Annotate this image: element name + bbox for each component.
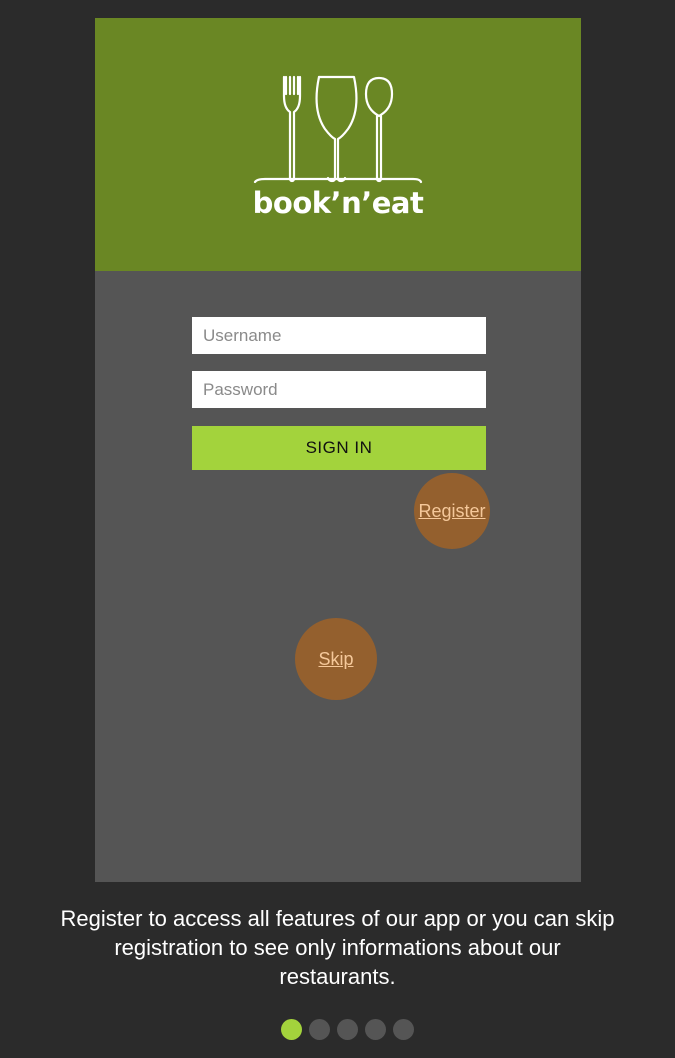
skip-link[interactable]: Skip — [295, 618, 377, 700]
page-dot-2[interactable] — [309, 1019, 330, 1040]
page-dot-1[interactable] — [281, 1019, 302, 1040]
onboarding-screen: book’n’eat SIGN IN Register Skip Registe… — [0, 0, 675, 1058]
sign-in-button[interactable]: SIGN IN — [192, 426, 486, 470]
page-dot-3[interactable] — [337, 1019, 358, 1040]
username-input[interactable] — [192, 317, 486, 354]
cutlery-logo-icon — [253, 75, 423, 184]
pagination-dots — [0, 1019, 675, 1041]
phone-mockup: book’n’eat SIGN IN Register Skip — [95, 18, 581, 882]
password-input[interactable] — [192, 371, 486, 408]
page-dot-4[interactable] — [365, 1019, 386, 1040]
skip-label: Skip — [318, 648, 354, 669]
app-header: book’n’eat — [95, 18, 581, 271]
sign-in-label: SIGN IN — [305, 438, 373, 457]
app-logo-text: book’n’eat — [252, 186, 424, 220]
onboarding-caption: Register to access all features of our a… — [60, 906, 615, 989]
register-label: Register — [418, 500, 486, 521]
register-link[interactable]: Register — [414, 473, 490, 549]
page-dot-5[interactable] — [393, 1019, 414, 1040]
